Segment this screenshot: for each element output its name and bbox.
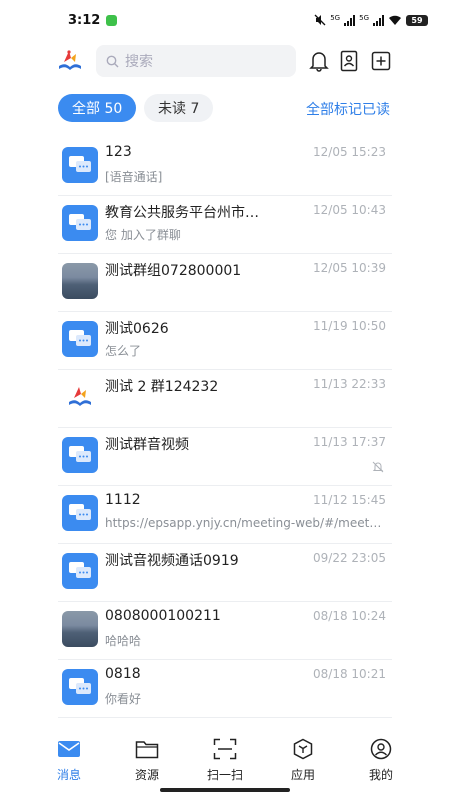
conversation-title: 123 bbox=[105, 144, 132, 160]
conversation-preview: 怎么了 bbox=[105, 344, 142, 358]
group-photo-avatar bbox=[62, 263, 98, 299]
conversation-row[interactable]: 测试群组072800001 12/05 10:39 bbox=[58, 254, 392, 312]
tab-messages[interactable]: 消息 bbox=[39, 730, 99, 800]
cube-icon bbox=[293, 738, 313, 760]
conversation-row[interactable]: 测试0626 11/19 10:50 怎么了 bbox=[58, 312, 392, 370]
conversation-preview: 您 加入了群聊 bbox=[105, 228, 181, 242]
signal-icon-2 bbox=[373, 14, 384, 26]
filter-unread-tab[interactable]: 未读 7 bbox=[144, 94, 214, 122]
contacts-icon bbox=[340, 50, 358, 72]
wifi-icon bbox=[389, 15, 401, 25]
mark-all-read-link[interactable]: 全部标记已读 bbox=[306, 99, 390, 119]
tab-mine-label: 我的 bbox=[368, 768, 393, 782]
conversation-title: 1112 bbox=[105, 492, 141, 508]
conversation-time: 11/13 17:37 bbox=[313, 435, 386, 449]
add-button[interactable] bbox=[369, 49, 393, 73]
conversation-title: 测试音视频通话0919 bbox=[105, 553, 239, 569]
conversation-preview: 哈哈哈 bbox=[105, 634, 142, 648]
conversation-time: 12/05 15:23 bbox=[313, 145, 386, 159]
search-placeholder: 搜索 bbox=[125, 54, 153, 70]
plus-square-icon bbox=[371, 51, 391, 71]
conversation-time: 08/18 10:24 bbox=[313, 609, 386, 623]
conversation-row[interactable]: 测试群音视频 11/13 17:37 bbox=[58, 428, 392, 486]
conversation-title: 0818 bbox=[105, 666, 141, 682]
network-type-1: 5G bbox=[330, 14, 341, 22]
mute-status-icon bbox=[314, 14, 326, 26]
tab-resources-label: 资源 bbox=[134, 768, 159, 782]
conversation-preview: [语音通话] bbox=[105, 170, 163, 184]
tab-messages-label: 消息 bbox=[56, 768, 81, 782]
user-icon bbox=[370, 738, 392, 760]
logo-avatar-icon bbox=[62, 379, 98, 415]
bell-icon bbox=[309, 52, 329, 72]
conversation-row[interactable]: 测试 2 群124232 11/13 22:33 bbox=[58, 370, 392, 428]
conversation-title: 测试 2 群124232 bbox=[105, 379, 219, 395]
chat-avatar-icon bbox=[62, 205, 98, 241]
conversation-title: 教育公共服务平台州市… bbox=[105, 205, 259, 221]
status-indicators: 5G 5G 59 bbox=[314, 14, 428, 26]
conversation-time: 11/13 22:33 bbox=[313, 377, 386, 391]
conversation-preview: https://epsapp.ynjy.cn/meeting-web/#/mee… bbox=[105, 516, 382, 530]
signal-icon bbox=[344, 14, 356, 26]
conversation-row[interactable]: 123 12/05 15:23 [语音通话] bbox=[58, 138, 392, 196]
conversation-title: 0808000100211 bbox=[105, 608, 221, 624]
battery-icon: 59 bbox=[406, 14, 428, 26]
header: 搜索 bbox=[0, 44, 450, 78]
conversation-row[interactable]: 测试音视频通话0919 09/22 23:05 bbox=[58, 544, 392, 602]
search-icon bbox=[106, 55, 119, 67]
chat-avatar-icon bbox=[62, 553, 98, 589]
conversation-time: 12/05 10:43 bbox=[313, 203, 386, 217]
tab-apps-label: 应用 bbox=[290, 768, 315, 782]
chat-avatar-icon bbox=[62, 495, 98, 531]
notification-bell-button[interactable] bbox=[307, 49, 331, 73]
conversation-row[interactable]: 教育公共服务平台州市… 12/05 10:43 您 加入了群聊 bbox=[58, 196, 392, 254]
muted-bell-icon bbox=[372, 461, 384, 473]
chat-avatar-icon bbox=[62, 321, 98, 357]
conversation-row[interactable]: 0808000100211 08/18 10:24 哈哈哈 bbox=[58, 602, 392, 660]
app-logo-icon bbox=[59, 50, 81, 70]
mail-icon bbox=[58, 741, 80, 757]
conversation-time: 08/18 10:21 bbox=[313, 667, 386, 681]
conversation-list: 123 12/05 15:23 [语音通话] 教育公共服务平台州市… 12/05… bbox=[58, 138, 392, 718]
conversation-row[interactable]: 1112 11/12 15:45 https://epsapp.ynjy.cn/… bbox=[58, 486, 392, 544]
contacts-button[interactable] bbox=[337, 49, 361, 73]
home-indicator[interactable] bbox=[160, 788, 290, 792]
chat-avatar-icon bbox=[62, 669, 98, 705]
conversation-time: 12/05 10:39 bbox=[313, 261, 386, 275]
chat-avatar-icon bbox=[62, 147, 98, 183]
scan-icon bbox=[213, 738, 237, 760]
group-photo-avatar bbox=[62, 611, 98, 647]
conversation-title: 测试0626 bbox=[105, 321, 169, 337]
conversation-time: 09/22 23:05 bbox=[313, 551, 386, 565]
status-time: 3:12 bbox=[68, 12, 101, 28]
conversation-preview: 你看好 bbox=[105, 692, 142, 706]
status-bar: 3:12 5G 5G 59 bbox=[0, 0, 450, 40]
conversation-title: 测试群组072800001 bbox=[105, 263, 242, 279]
conversation-time: 11/19 10:50 bbox=[313, 319, 386, 333]
conversation-row[interactable]: 0818 08/18 10:21 你看好 bbox=[58, 660, 392, 718]
filter-row: 全部 50 未读 7 全部标记已读 bbox=[0, 94, 450, 122]
tab-scan-label: 扫一扫 bbox=[206, 768, 243, 782]
chat-avatar-icon bbox=[62, 437, 98, 473]
filter-all-tab[interactable]: 全部 50 bbox=[58, 94, 137, 122]
tab-mine[interactable]: 我的 bbox=[351, 730, 411, 800]
conversation-time: 11/12 15:45 bbox=[313, 493, 386, 507]
folder-icon bbox=[135, 741, 159, 759]
network-type-2: 5G bbox=[359, 14, 369, 22]
conversation-title: 测试群音视频 bbox=[105, 437, 189, 453]
search-input[interactable]: 搜索 bbox=[96, 45, 296, 77]
message-notification-icon bbox=[106, 14, 118, 26]
